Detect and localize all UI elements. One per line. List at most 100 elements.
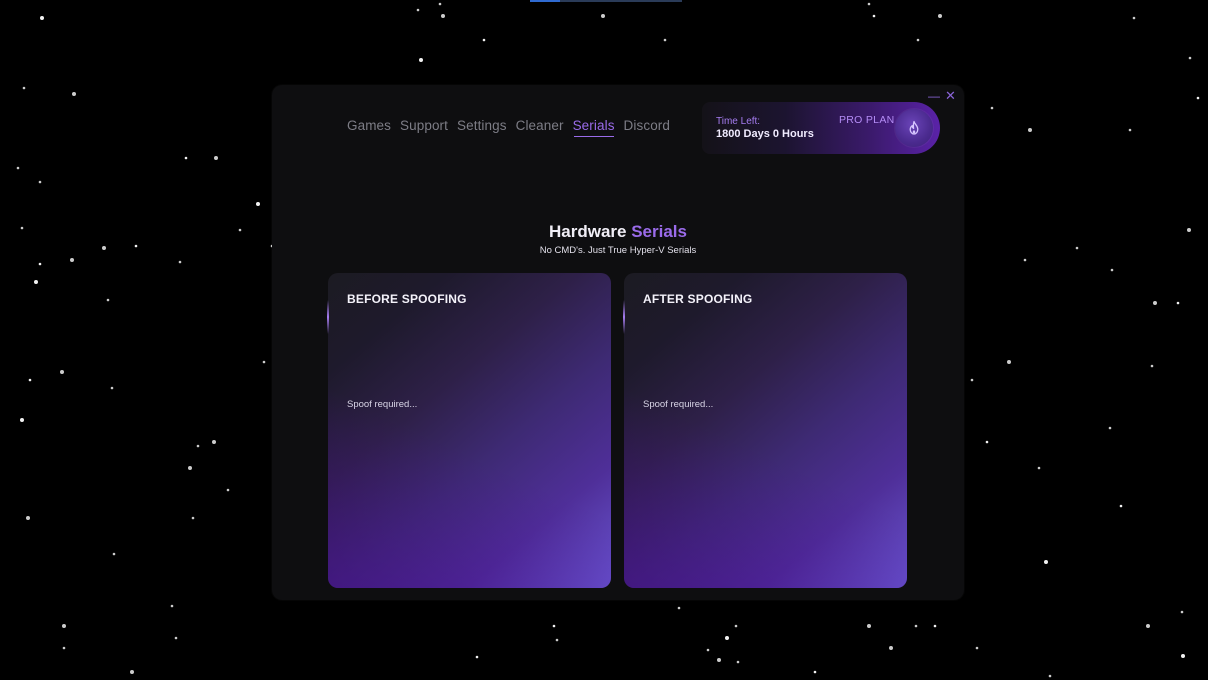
star bbox=[38, 180, 42, 184]
star bbox=[62, 646, 66, 650]
star bbox=[813, 670, 817, 674]
star bbox=[677, 606, 681, 610]
nav-item-discord[interactable]: Discord bbox=[624, 118, 670, 133]
star bbox=[1153, 301, 1157, 305]
star bbox=[1048, 674, 1052, 678]
star bbox=[482, 38, 486, 42]
star bbox=[990, 106, 994, 110]
plan-name: PRO PLAN bbox=[839, 114, 895, 126]
star bbox=[419, 58, 423, 62]
star bbox=[16, 166, 20, 170]
star bbox=[889, 646, 893, 650]
nav-item-games[interactable]: Games bbox=[347, 118, 391, 133]
after-spoofing-status: Spoof required... bbox=[643, 399, 714, 410]
star bbox=[555, 638, 559, 642]
nav-item-settings[interactable]: Settings bbox=[457, 118, 507, 133]
star bbox=[28, 378, 32, 382]
star bbox=[112, 552, 116, 556]
star bbox=[178, 260, 182, 264]
nav-item-support[interactable]: Support bbox=[400, 118, 448, 133]
page-subtitle: No CMD's. Just True Hyper-V Serials bbox=[539, 245, 697, 256]
star bbox=[170, 604, 174, 608]
page-title: Hardware Serials bbox=[272, 222, 964, 242]
time-left-label: Time Left: bbox=[716, 116, 761, 127]
star bbox=[734, 624, 738, 628]
before-panel-scroll-indicator bbox=[327, 300, 329, 334]
star bbox=[72, 92, 76, 96]
star bbox=[1044, 560, 1048, 564]
star bbox=[130, 670, 134, 674]
star bbox=[1023, 258, 1027, 262]
star bbox=[872, 14, 876, 18]
star bbox=[985, 440, 989, 444]
star bbox=[184, 156, 188, 160]
star bbox=[256, 202, 260, 206]
star bbox=[34, 280, 38, 284]
star bbox=[1132, 16, 1136, 20]
star bbox=[1075, 246, 1079, 250]
star bbox=[1128, 128, 1132, 132]
after-spoofing-panel: AFTER SPOOFING Spoof required... bbox=[624, 273, 907, 588]
star bbox=[601, 14, 605, 18]
star bbox=[40, 16, 44, 20]
page-title-main: Hardware bbox=[549, 222, 627, 241]
star bbox=[60, 370, 64, 374]
app-window: Games Support Settings Cleaner Serials D… bbox=[272, 85, 964, 600]
star bbox=[62, 624, 66, 628]
star bbox=[238, 228, 242, 232]
star bbox=[102, 246, 106, 250]
star bbox=[1150, 364, 1154, 368]
before-spoofing-heading: BEFORE SPOOFING bbox=[347, 292, 467, 306]
star bbox=[1188, 56, 1192, 60]
star bbox=[438, 2, 442, 6]
star bbox=[867, 624, 871, 628]
nav-item-cleaner[interactable]: Cleaner bbox=[516, 118, 564, 133]
main-nav: Games Support Settings Cleaner Serials D… bbox=[347, 118, 670, 137]
star bbox=[191, 516, 195, 520]
plan-card: Time Left: 1800 Days 0 Hours PRO PLAN bbox=[702, 102, 940, 154]
star bbox=[1196, 96, 1200, 100]
star bbox=[717, 658, 721, 662]
close-button[interactable]: ✕ bbox=[945, 89, 956, 102]
before-spoofing-status: Spoof required... bbox=[347, 399, 418, 410]
star bbox=[938, 14, 942, 18]
star bbox=[970, 378, 974, 382]
star bbox=[1181, 654, 1185, 658]
star bbox=[1110, 268, 1114, 272]
flame-icon bbox=[895, 109, 933, 147]
star bbox=[1007, 360, 1011, 364]
before-spoofing-panel: BEFORE SPOOFING Spoof required... bbox=[328, 273, 611, 588]
page-title-accent: Serials bbox=[631, 222, 687, 241]
star bbox=[26, 516, 30, 520]
after-spoofing-heading: AFTER SPOOFING bbox=[643, 292, 753, 306]
star bbox=[262, 360, 266, 364]
star bbox=[1187, 228, 1191, 232]
star bbox=[214, 156, 218, 160]
time-left-value: 1800 Days 0 Hours bbox=[716, 128, 814, 140]
star bbox=[196, 444, 200, 448]
star bbox=[106, 298, 110, 302]
star bbox=[725, 636, 729, 640]
star bbox=[916, 38, 920, 42]
star bbox=[1037, 466, 1041, 470]
star bbox=[441, 14, 445, 18]
nav-item-serials[interactable]: Serials bbox=[573, 118, 615, 137]
star bbox=[867, 2, 871, 6]
star bbox=[110, 386, 114, 390]
star bbox=[914, 624, 918, 628]
star bbox=[134, 244, 138, 248]
star bbox=[1176, 301, 1180, 305]
star bbox=[212, 440, 216, 444]
minimize-button[interactable]: — bbox=[928, 90, 940, 102]
star bbox=[416, 8, 420, 12]
after-panel-scroll-indicator bbox=[623, 300, 625, 334]
star bbox=[1119, 504, 1123, 508]
star bbox=[1028, 128, 1032, 132]
star bbox=[70, 258, 74, 262]
star bbox=[188, 466, 192, 470]
star bbox=[174, 636, 178, 640]
star bbox=[706, 648, 710, 652]
star bbox=[975, 646, 979, 650]
star bbox=[22, 86, 26, 90]
star bbox=[475, 655, 479, 659]
